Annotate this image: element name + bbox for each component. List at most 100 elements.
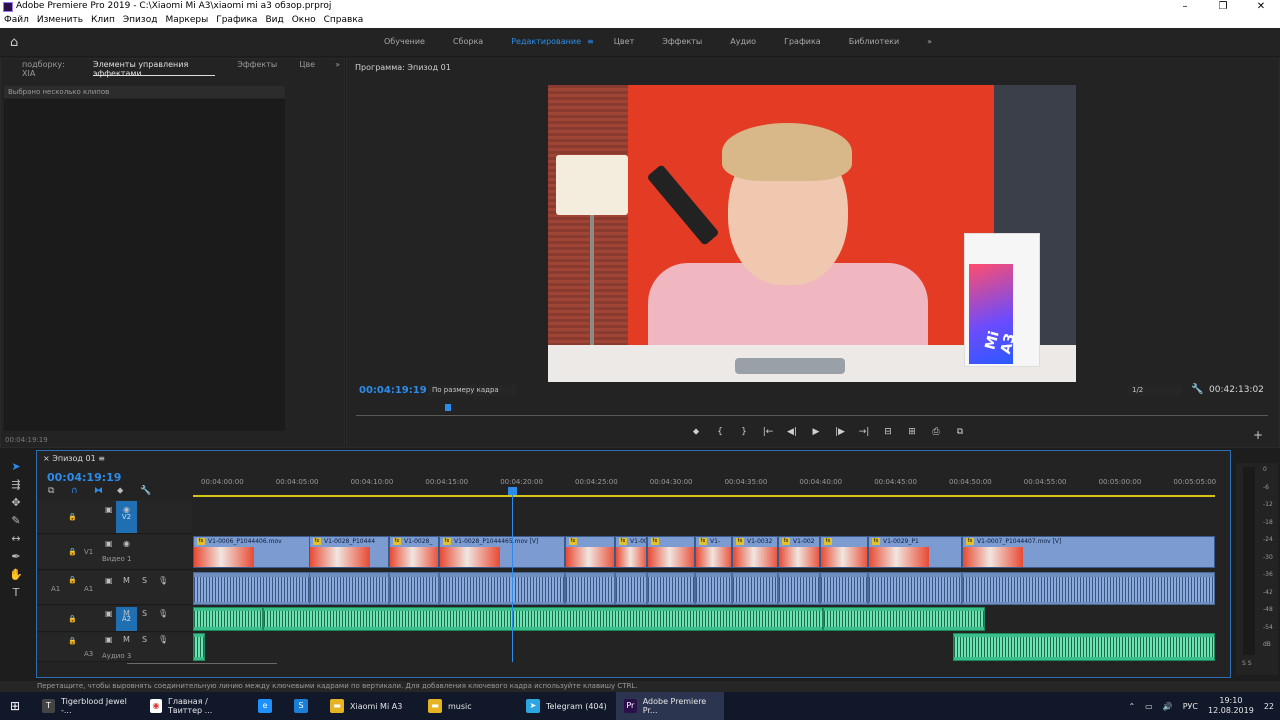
program-playhead[interactable]	[445, 404, 451, 411]
button-editor-add-icon[interactable]: +	[1253, 428, 1263, 442]
workspace-color[interactable]: Цвет	[614, 37, 635, 46]
menu-view[interactable]: Вид	[261, 14, 287, 28]
microphone-icon[interactable]: 🎙	[158, 609, 168, 618]
track-select-tool-icon[interactable]: ⇶	[6, 478, 26, 496]
music-clip[interactable]	[953, 633, 1215, 661]
video-clip[interactable]: fx V1-0029_P1	[868, 536, 962, 568]
video-clip[interactable]: fx V1-0028_	[389, 536, 439, 568]
menu-file[interactable]: Файл	[0, 14, 33, 28]
mark-out-button[interactable]: }	[732, 427, 756, 437]
lock-icon[interactable]: 🔒	[68, 637, 77, 645]
audio-clip[interactable]	[439, 572, 565, 605]
video-clip[interactable]: fx V1-	[695, 536, 732, 568]
audio-clip[interactable]	[962, 572, 1215, 605]
ripple-edit-tool-icon[interactable]: ✥	[6, 496, 26, 514]
track-label-a1[interactable]: A1	[84, 585, 93, 593]
mute-button[interactable]: M	[123, 635, 130, 644]
nest-icon[interactable]: ⧉	[48, 486, 71, 496]
resolution-dropdown[interactable]: 1/2	[1128, 385, 1182, 396]
audio-clip[interactable]	[820, 572, 868, 605]
taskbar-item[interactable]: ◉ Главная / Твиттер ...	[142, 692, 250, 720]
meter-solo-buttons[interactable]: S S	[1242, 660, 1252, 667]
solo-button[interactable]: S	[142, 609, 147, 618]
audio-clip[interactable]	[695, 572, 732, 605]
video-clip[interactable]: fx V1-0028_P10444	[309, 536, 389, 568]
music-clip[interactable]	[263, 607, 823, 631]
program-video-frame[interactable]: Mi A3	[548, 85, 1076, 382]
program-timecode[interactable]: 00:04:19:19	[359, 385, 427, 396]
video-clip[interactable]: fx V1-0007_P1044407.mov [V]	[962, 536, 1215, 568]
timeline-tab[interactable]: × Эпизод 01 ≡	[43, 454, 105, 463]
home-icon[interactable]: ⌂	[10, 35, 24, 50]
taskbar-item[interactable]: T Tigerblood Jewel -...	[34, 692, 142, 720]
track-output-icon[interactable]: ▣	[105, 539, 113, 548]
video-clip[interactable]: fxV1-0032	[615, 536, 647, 568]
workspace-assembly[interactable]: Сборка	[453, 37, 483, 46]
mute-button[interactable]: M	[123, 609, 130, 618]
eye-icon[interactable]: ◉	[123, 539, 130, 548]
menu-window[interactable]: Окно	[288, 14, 320, 28]
taskbar-item[interactable]: S	[286, 692, 322, 720]
type-tool-icon[interactable]: T	[6, 586, 26, 604]
workspace-learning[interactable]: Обучение	[384, 37, 425, 46]
solo-button[interactable]: S	[142, 635, 147, 644]
volume-icon[interactable]: 🔊	[1163, 702, 1173, 711]
track-label-a3[interactable]: A3	[84, 650, 93, 658]
mute-button[interactable]: M	[123, 576, 130, 585]
program-title[interactable]: Программа: Эпизод 01	[355, 63, 451, 72]
extract-button[interactable]: ⊞	[900, 427, 924, 437]
menu-sequence[interactable]: Эпизод	[119, 14, 162, 28]
add-marker-button[interactable]: ⬥	[684, 427, 708, 437]
step-forward-button[interactable]: |▶	[828, 427, 852, 437]
step-back-button[interactable]: ◀|	[780, 427, 804, 437]
fit-dropdown[interactable]: По размеру кадра	[428, 385, 516, 396]
tab-effects[interactable]: Эффекты	[237, 60, 277, 76]
workspace-more-button[interactable]: »	[927, 37, 932, 46]
track-label-v1[interactable]: V1	[84, 548, 93, 556]
program-scrubber[interactable]	[356, 406, 1268, 416]
video-clip[interactable]: fx V1-0028_P1044465.mov [V]	[439, 536, 565, 568]
track-output-icon[interactable]: ▣	[105, 505, 113, 514]
mark-in-button[interactable]: {	[708, 427, 732, 437]
workspace-menu-icon[interactable]: ≡	[587, 37, 594, 46]
taskbar-item[interactable]: Pr Adobe Premiere Pr...	[616, 692, 724, 720]
taskbar-item[interactable]: ➤ Telegram (404)	[518, 692, 616, 720]
music-clip[interactable]	[193, 633, 205, 661]
windows-start-icon[interactable]: ⊞	[10, 699, 24, 713]
source-a1-label[interactable]: A1	[51, 585, 60, 593]
music-clip[interactable]	[823, 607, 985, 631]
close-button[interactable]: ✕	[1242, 0, 1280, 14]
add-marker-icon[interactable]: ⬥	[117, 486, 140, 496]
lock-icon[interactable]: 🔒	[68, 513, 77, 521]
go-to-in-button[interactable]: |←	[756, 427, 780, 437]
audio-clip[interactable]	[309, 572, 389, 605]
music-clip[interactable]	[193, 607, 263, 631]
workspace-graphics[interactable]: Графика	[784, 37, 821, 46]
menu-edit[interactable]: Изменить	[33, 14, 87, 28]
video-clip[interactable]: fx	[647, 536, 695, 568]
pen-tool-icon[interactable]: ✒	[6, 550, 26, 568]
audio-clip[interactable]	[647, 572, 695, 605]
slip-tool-icon[interactable]: ↔	[6, 532, 26, 550]
go-to-out-button[interactable]: →|	[852, 427, 876, 437]
snap-icon[interactable]: ∩	[71, 486, 94, 496]
video-clip[interactable]: fx V1-002	[778, 536, 820, 568]
solo-button[interactable]: S	[142, 576, 147, 585]
menu-graphics[interactable]: Графика	[212, 14, 261, 28]
audio-clip[interactable]	[615, 572, 647, 605]
workspace-editing[interactable]: Редактирование	[511, 37, 581, 46]
minimize-button[interactable]: –	[1166, 0, 1204, 14]
audio-clip[interactable]	[868, 572, 962, 605]
work-area-bar[interactable]	[193, 495, 1215, 497]
lock-icon[interactable]: 🔒	[68, 548, 77, 556]
notification-count[interactable]: 22	[1264, 702, 1274, 711]
export-frame-button[interactable]: ⎙	[924, 427, 948, 437]
lock-icon[interactable]: 🔒	[68, 576, 77, 584]
microphone-icon[interactable]: 🎙	[158, 635, 168, 644]
network-icon[interactable]: ▭	[1145, 702, 1153, 711]
tab-effect-controls[interactable]: Элементы управления эффектами	[92, 60, 216, 78]
timeline-playhead[interactable]	[508, 487, 517, 495]
audio-clip[interactable]	[778, 572, 820, 605]
track-output-icon[interactable]: ▣	[105, 609, 113, 618]
track-output-icon[interactable]: ▣	[105, 576, 113, 585]
